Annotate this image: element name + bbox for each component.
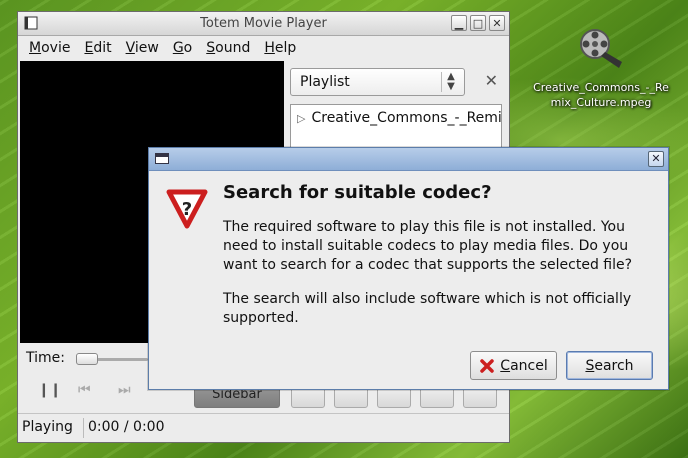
menu-edit[interactable]: Edit: [77, 40, 118, 56]
pause-icon[interactable]: ❙❙: [38, 382, 61, 398]
codec-dialog: ✕ ? Search for suitable codec? The requi…: [148, 147, 669, 390]
time-label: Time:: [26, 350, 65, 366]
play-indicator-icon: ▷: [297, 112, 306, 125]
sidebar-selector-value: Playlist: [300, 74, 350, 90]
seek-slider[interactable]: [76, 353, 148, 365]
svg-text:?: ?: [182, 199, 192, 220]
menu-go[interactable]: Go: [166, 40, 199, 56]
dialog-message: The required software to play this file …: [223, 219, 633, 273]
playback-time: 0:00 / 0:00: [88, 419, 165, 435]
maximize-icon[interactable]: □: [470, 15, 486, 31]
close-icon[interactable]: ✕: [489, 15, 505, 31]
playlist-item[interactable]: ▷ Creative_Commons_-_Remix_Culture.mpeg: [297, 110, 502, 126]
menu-view[interactable]: View: [119, 40, 166, 56]
dialog-close-icon[interactable]: ✕: [648, 151, 664, 167]
minimize-icon[interactable]: ▁: [451, 15, 467, 31]
menu-sound[interactable]: Sound: [199, 40, 257, 56]
dialog-titlebar[interactable]: ✕: [149, 148, 668, 171]
sidebar-close-icon[interactable]: ✕: [485, 71, 498, 90]
menubar: Movie Edit View Go Sound Help: [18, 36, 509, 60]
cancel-label: Cancel: [500, 357, 548, 374]
previous-icon[interactable]: ⏮: [78, 382, 91, 398]
window-icon: [155, 153, 169, 164]
sidebar-selector[interactable]: Playlist ▲ ▼: [290, 68, 465, 96]
playlist-item-label: Creative_Commons_-_Remix_Culture.mpeg: [311, 110, 502, 126]
totem-titlebar[interactable]: Totem Movie Player ▁ □ ✕: [18, 12, 509, 36]
dialog-heading: Search for suitable codec?: [223, 182, 492, 203]
search-label: Search: [585, 357, 634, 374]
playback-state: Playing: [22, 419, 73, 435]
cancel-icon: [480, 358, 495, 373]
warning-icon: ?: [166, 189, 208, 229]
menu-help[interactable]: Help: [257, 40, 303, 56]
search-button[interactable]: Search: [566, 351, 653, 380]
desktop-file-label: Creative_Commons_-_Remix_Culture.mpeg: [533, 81, 669, 109]
seek-slider-thumb[interactable]: [76, 353, 98, 365]
menu-movie[interactable]: Movie: [22, 40, 77, 56]
cancel-button[interactable]: Cancel: [470, 351, 557, 380]
film-reel-icon: [580, 29, 622, 68]
updown-arrow-icon: ▲ ▼: [441, 72, 460, 92]
next-icon[interactable]: ⏭: [118, 382, 131, 398]
desktop-file-icon[interactable]: Creative_Commons_-_Remix_Culture.mpeg: [528, 28, 674, 110]
dialog-secondary-message: The search will also include software wh…: [223, 291, 632, 326]
statusbar: Playing 0:00 / 0:00: [18, 413, 509, 442]
window-title: Totem Movie Player: [200, 16, 327, 31]
